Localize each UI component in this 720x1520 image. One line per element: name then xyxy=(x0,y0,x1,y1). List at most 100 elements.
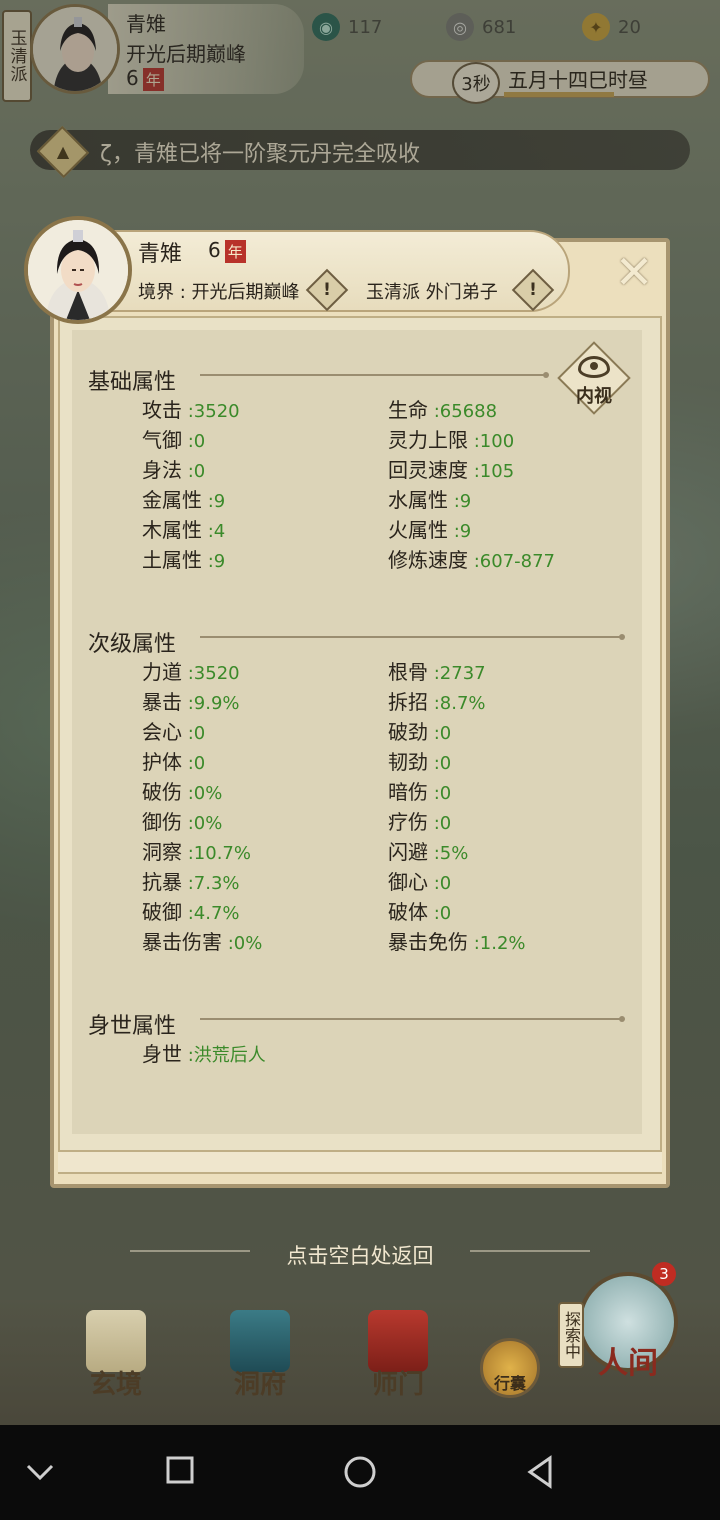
nav-renjian[interactable]: 人间 xyxy=(578,1272,678,1382)
attribute-separator: : xyxy=(468,933,480,954)
attribute-value: 0% xyxy=(233,933,263,954)
character-avatar xyxy=(24,216,132,324)
attribute-row: 灵力上限 :100 xyxy=(388,424,514,453)
attribute-row: 抗暴 :7.3% xyxy=(142,866,240,895)
attribute-label: 拆招 xyxy=(388,690,428,714)
pavilion-icon xyxy=(230,1310,290,1372)
attribute-value: 65688 xyxy=(439,401,498,422)
secondary-attributes-title: 次级属性 xyxy=(88,632,177,657)
attribute-label: 疗伤 xyxy=(388,810,428,834)
attribute-value: 2737 xyxy=(439,663,486,684)
attribute-label: 抗暴 xyxy=(142,870,182,894)
attribute-row: 水属性 :9 xyxy=(388,484,471,513)
nav-shimen[interactable]: 师门 xyxy=(368,1310,428,1401)
attribute-row: 身法 :0 xyxy=(142,454,205,483)
attribute-separator: : xyxy=(182,813,194,834)
attribute-label: 破体 xyxy=(388,900,428,924)
attribute-row: 御心 :0 xyxy=(388,866,451,895)
attribute-value: 4.7% xyxy=(193,903,240,924)
neishi-label: 内视 xyxy=(576,386,612,407)
attribute-separator: : xyxy=(182,1045,194,1066)
attribute-value: 0 xyxy=(193,723,206,744)
attribute-label: 身法 xyxy=(142,458,182,482)
attribute-row: 根骨 :2737 xyxy=(388,656,486,685)
attribute-row: 暴击免伤 :1.2% xyxy=(388,926,526,955)
attribute-separator: : xyxy=(182,783,194,804)
close-button[interactable]: ✕ xyxy=(608,246,660,298)
character-realm: 境界 : 开光后期巅峰 xyxy=(138,282,300,303)
attribute-label: 攻击 xyxy=(142,398,182,422)
attribute-value: 0 xyxy=(439,753,452,774)
attribute-value: 7.3% xyxy=(193,873,240,894)
attribute-value: 10.7% xyxy=(193,843,251,864)
attribute-separator: : xyxy=(182,431,194,452)
attribute-separator: : xyxy=(428,783,440,804)
character-age: 6年 xyxy=(208,238,246,263)
chevron-down-icon[interactable] xyxy=(24,1448,56,1496)
attribute-label: 韧劲 xyxy=(388,750,428,774)
attribute-row: 攻击 :3520 xyxy=(142,394,240,423)
attribute-separator: : xyxy=(428,813,440,834)
attribute-value: 0 xyxy=(193,461,206,482)
attribute-separator: : xyxy=(182,873,194,894)
section-divider xyxy=(200,634,625,640)
attribute-label: 洞察 xyxy=(142,840,182,864)
return-hint[interactable]: 点击空白处返回 xyxy=(0,1240,720,1270)
attribute-row: 土属性 :9 xyxy=(142,544,225,573)
attribute-separator: : xyxy=(448,491,460,512)
attribute-value: 9 xyxy=(459,521,472,542)
attribute-row: 火属性 :9 xyxy=(388,514,471,543)
attribute-row: 生命 :65688 xyxy=(388,394,497,423)
attribute-label: 御伤 xyxy=(142,810,182,834)
nav-xuanjing[interactable]: 玄境 xyxy=(86,1310,146,1401)
attribute-label: 水属性 xyxy=(388,488,448,512)
scroll-icon xyxy=(86,1310,146,1372)
attribute-row: 木属性 :4 xyxy=(142,514,225,543)
attribute-value: 9 xyxy=(459,491,472,512)
attribute-label: 御心 xyxy=(388,870,428,894)
attribute-value: 8.7% xyxy=(439,693,486,714)
origin-attributes-title: 身世属性 xyxy=(88,1014,177,1039)
attribute-label: 力道 xyxy=(142,660,182,684)
nav-xingnang[interactable]: 行囊 xyxy=(480,1338,540,1398)
circle-icon[interactable] xyxy=(342,1448,378,1496)
attribute-value: 0% xyxy=(193,813,223,834)
attribute-value: 0 xyxy=(439,783,452,804)
attribute-row: 闪避 :5% xyxy=(388,836,468,865)
attribute-row: 破劲 :0 xyxy=(388,716,451,745)
attribute-row: 破御 :4.7% xyxy=(142,896,240,925)
square-icon[interactable] xyxy=(164,1448,196,1496)
attribute-row: 韧劲 :0 xyxy=(388,746,451,775)
attribute-label: 生命 xyxy=(388,398,428,422)
attribute-row: 护体 :0 xyxy=(142,746,205,775)
attribute-label: 暗伤 xyxy=(388,780,428,804)
attribute-row: 力道 :3520 xyxy=(142,656,240,685)
attribute-label: 木属性 xyxy=(142,518,202,542)
panel-bottom-edge xyxy=(58,1150,662,1172)
attribute-value: 0 xyxy=(439,903,452,924)
attribute-value: 607-877 xyxy=(479,551,556,572)
attribute-value: 3520 xyxy=(193,663,240,684)
attribute-label: 破劲 xyxy=(388,720,428,744)
attribute-separator: : xyxy=(182,723,194,744)
attribute-value: 0 xyxy=(193,753,206,774)
neishi-button[interactable]: 内视 xyxy=(557,341,631,415)
attribute-value: 9 xyxy=(213,551,226,572)
character-portrait-icon xyxy=(28,220,128,320)
attribute-separator: : xyxy=(448,521,460,542)
attribute-separator: : xyxy=(468,551,480,572)
attribute-label: 金属性 xyxy=(142,488,202,512)
exploring-tag: 探索中 xyxy=(558,1302,584,1368)
attribute-label: 闪避 xyxy=(388,840,428,864)
attribute-row: 暗伤 :0 xyxy=(388,776,451,805)
attribute-separator: : xyxy=(182,663,194,684)
attribute-separator: : xyxy=(202,491,214,512)
attribute-label: 破御 xyxy=(142,900,182,924)
attribute-row: 拆招 :8.7% xyxy=(388,686,486,715)
back-triangle-icon[interactable] xyxy=(522,1448,558,1496)
attribute-value: 0 xyxy=(439,723,452,744)
attribute-label: 根骨 xyxy=(388,660,428,684)
nav-dongfu[interactable]: 洞府 xyxy=(230,1310,290,1401)
attribute-label: 暴击免伤 xyxy=(388,930,468,954)
attribute-row: 会心 :0 xyxy=(142,716,205,745)
